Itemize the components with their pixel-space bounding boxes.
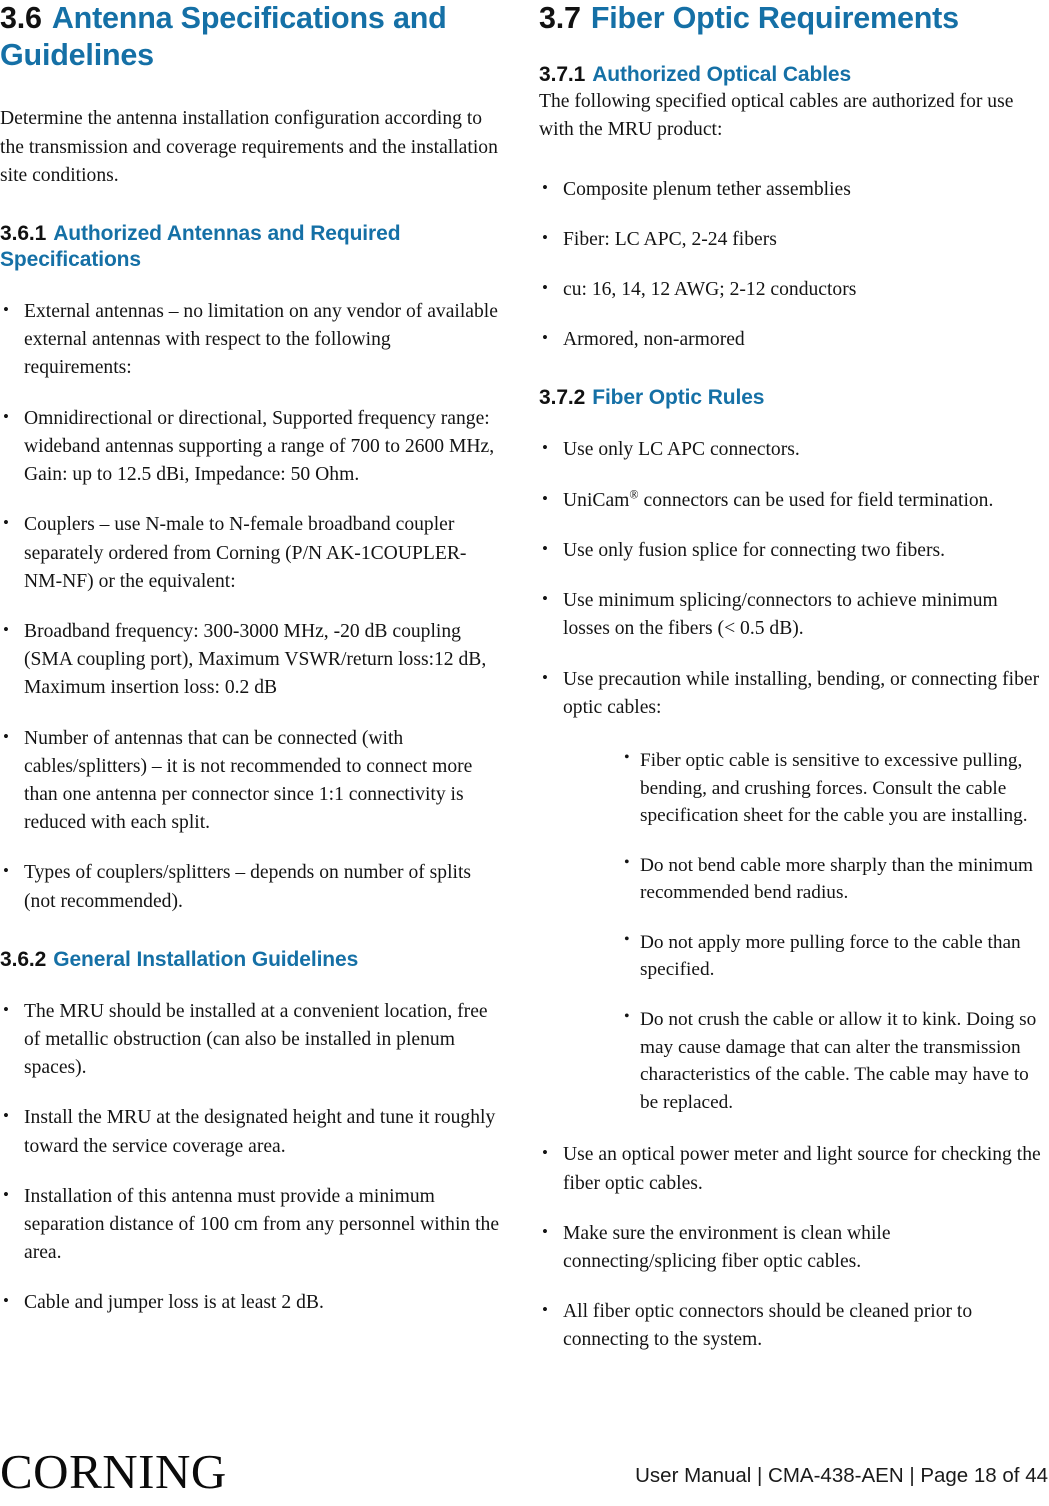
list-item: Installation of this antenna must provid… bbox=[0, 1182, 502, 1268]
list-item: Use only LC APC connectors. bbox=[539, 435, 1041, 464]
list-item: Make sure the environment is clean while… bbox=[539, 1219, 1041, 1276]
list-item: Omnidirectional or directional, Supporte… bbox=[0, 404, 502, 490]
subsection-title: Fiber Optic Rules bbox=[592, 386, 765, 410]
document-page: 3.6 Antenna Specifications and Guidelines… bbox=[0, 0, 1049, 1506]
list-item: Use precaution while installing, bending… bbox=[539, 664, 1041, 722]
nested-list-item: Do not crush the cable or allow it to ki… bbox=[624, 1005, 1041, 1116]
subsection-number: 3.7.1 bbox=[539, 63, 586, 87]
subsection-title: Authorized Antennas and Required Specifi… bbox=[0, 222, 401, 272]
list-item: All fiber optic connectors should be cle… bbox=[539, 1297, 1041, 1354]
list-item: cu: 16, 14, 12 AWG; 2-12 conductors bbox=[539, 275, 1041, 304]
bullet-list-3-7-1: Composite plenum tether assemblies Fiber… bbox=[539, 175, 1041, 355]
list-item: Couplers – use N-male to N-female broadb… bbox=[0, 510, 502, 596]
subsection-title: Authorized Optical Cables bbox=[592, 63, 852, 87]
intro-paragraph: Determine the antenna installation confi… bbox=[0, 108, 498, 186]
list-item: Types of couplers/splitters – depends on… bbox=[0, 858, 502, 915]
unicam-prefix: UniCam bbox=[563, 489, 630, 511]
registered-mark-icon: ® bbox=[629, 487, 639, 502]
bullet-list-3-6-2: The MRU should be installed at a conveni… bbox=[0, 997, 502, 1318]
footer-page-info: User Manual | CMA-438-AEN | Page 18 of 4… bbox=[635, 1463, 1048, 1487]
subsection-heading-3-7-2: 3.7.2 Fiber Optic Rules bbox=[539, 385, 1041, 411]
bullet-list-3-7-2-part1: Use only LC APC connectors. UniCam® conn… bbox=[539, 435, 1041, 722]
subsection-heading-3-7-1: 3.7.1 Authorized Optical Cables bbox=[539, 62, 1041, 88]
subsection-number: 3.7.2 bbox=[539, 386, 586, 410]
section-title: Fiber Optic Requirements bbox=[590, 1, 959, 35]
right-column: 3.7 Fiber Optic Requirements 3.7.1 Authori… bbox=[530, 0, 1041, 1400]
two-column-body: 3.6 Antenna Specifications and Guidelines… bbox=[0, 0, 1049, 1400]
left-column: 3.6 Antenna Specifications and Guidelines… bbox=[0, 0, 502, 1400]
list-item: Broadband frequency: 300-3000 MHz, -20 d… bbox=[0, 617, 502, 703]
unicam-suffix: connectors can be used for field termina… bbox=[638, 489, 994, 511]
subsection-heading-3-6-2: 3.6.2 General Installation Guidelines bbox=[0, 947, 502, 973]
subsection-heading-3-6-1: 3.6.1 Authorized Antennas and Required Sp… bbox=[0, 221, 502, 273]
list-item: Cable and jumper loss is at least 2 dB. bbox=[0, 1288, 502, 1317]
bullet-list-3-7-2-part2: Use an optical power meter and light sou… bbox=[539, 1140, 1041, 1354]
section-number: 3.7 bbox=[539, 1, 581, 35]
list-item: Composite plenum tether assemblies bbox=[539, 175, 1041, 204]
list-item: Install the MRU at the designated height… bbox=[0, 1103, 502, 1160]
section-heading-3-7: 3.7 Fiber Optic Requirements bbox=[539, 0, 1041, 37]
list-item: Number of antennas that can be connected… bbox=[0, 724, 502, 838]
nested-list-item: Do not bend cable more sharply than the … bbox=[624, 851, 1041, 907]
section-heading-3-6: 3.6 Antenna Specifications and Guidelines bbox=[0, 0, 502, 74]
list-item: Use minimum splicing/connectors to achie… bbox=[539, 586, 1041, 643]
bullet-list-3-6-1: External antennas – no limitation on any… bbox=[0, 297, 502, 916]
list-item: The MRU should be installed at a conveni… bbox=[0, 997, 502, 1083]
subsection-title: General Installation Guidelines bbox=[53, 947, 359, 971]
page-footer: CORNING User Manual | CMA-438-AEN | Page… bbox=[0, 1400, 1049, 1506]
nested-list-item: Do not apply more pulling force to the c… bbox=[624, 928, 1041, 984]
nested-list-item: Fiber optic cable is sensitive to excess… bbox=[624, 746, 1041, 830]
section-title: Antenna Specifications and Guidelines bbox=[0, 1, 447, 73]
intro-paragraph-3-7-1: The following specified optical cables a… bbox=[539, 91, 1014, 141]
list-item-unicam: UniCam® connectors can be used for field… bbox=[539, 486, 1041, 515]
corning-logo: CORNING bbox=[0, 1444, 227, 1499]
list-item: External antennas – no limitation on any… bbox=[0, 297, 502, 383]
section-number: 3.6 bbox=[0, 1, 42, 35]
subsection-number: 3.6.2 bbox=[0, 947, 47, 971]
subsection-number: 3.6.1 bbox=[0, 222, 47, 246]
list-item: Use only fusion splice for connecting tw… bbox=[539, 536, 1041, 565]
nested-bullet-list-3-7-2: Fiber optic cable is sensitive to excess… bbox=[539, 746, 1041, 1117]
list-item: Fiber: LC APC, 2-24 fibers bbox=[539, 225, 1041, 254]
list-item: Armored, non-armored bbox=[539, 325, 1041, 354]
list-item: Use an optical power meter and light sou… bbox=[539, 1140, 1041, 1197]
